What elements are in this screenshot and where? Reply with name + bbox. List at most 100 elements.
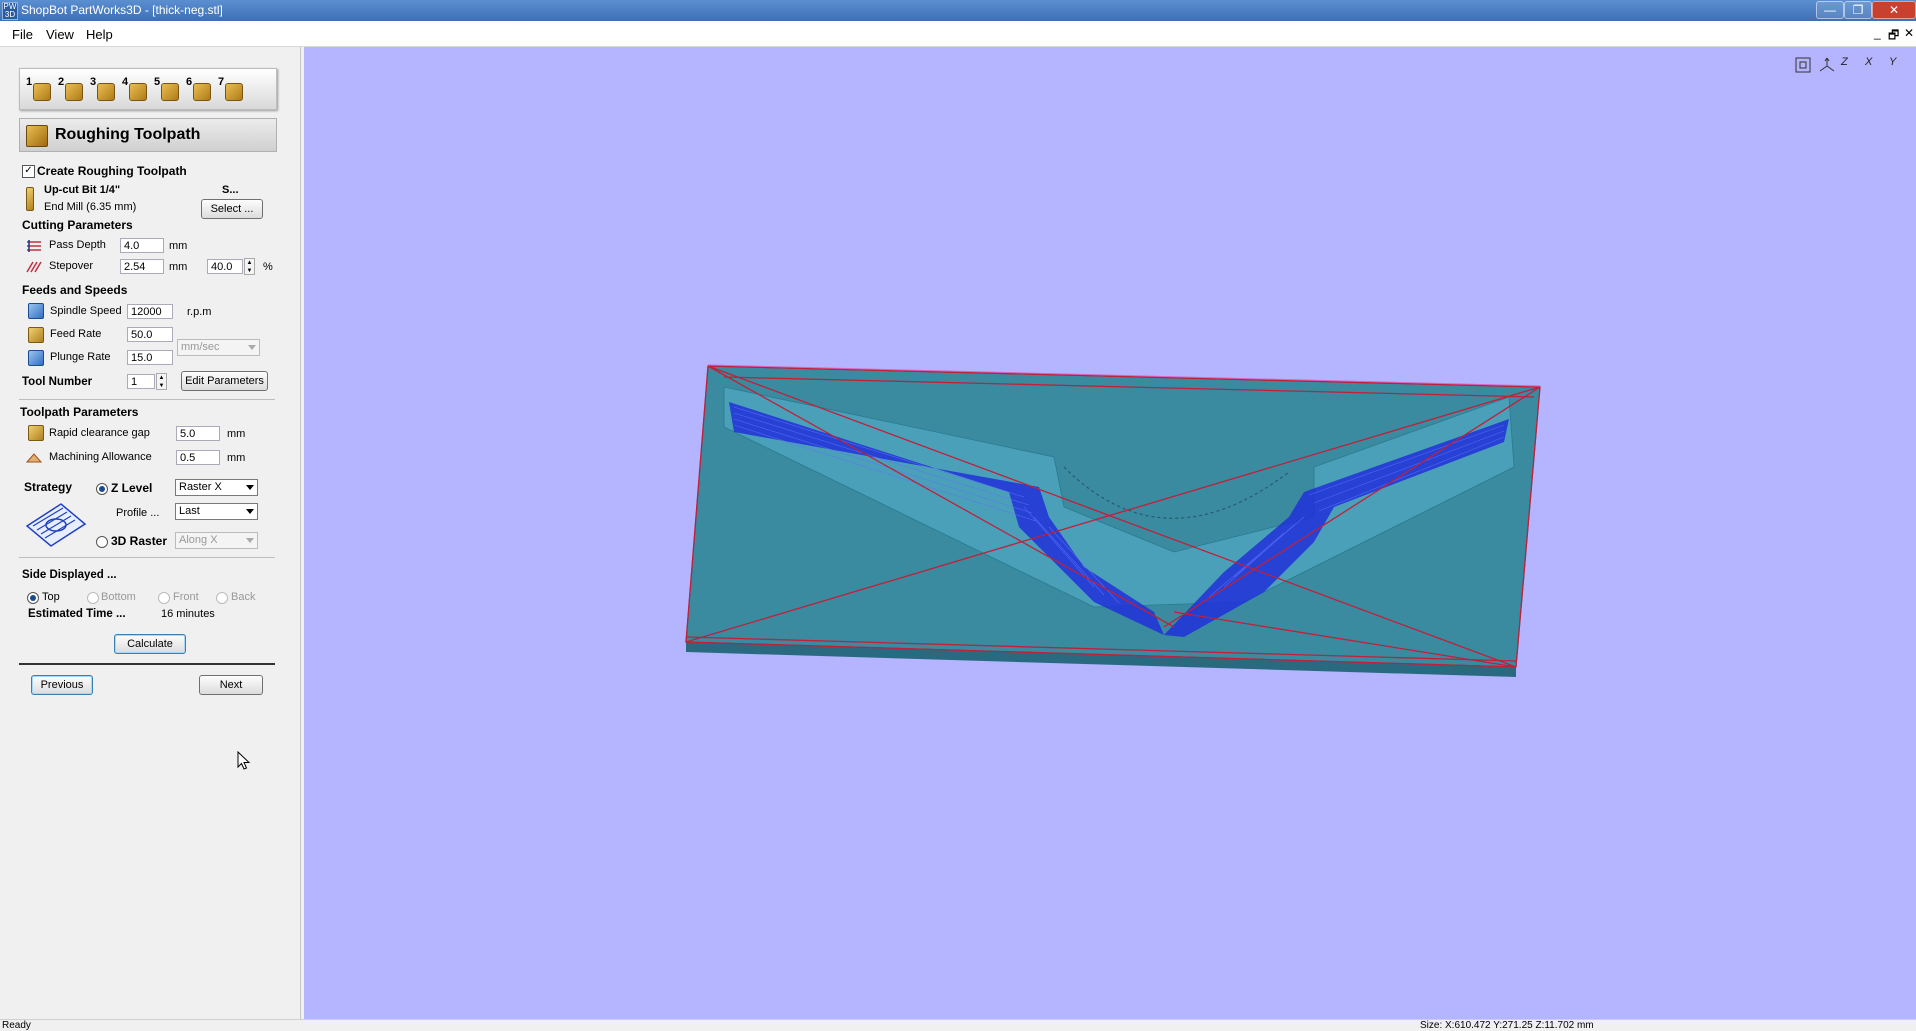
side-displayed-heading: Side Displayed ... [22, 569, 117, 581]
step-6-button[interactable]: 6 [184, 76, 212, 102]
machining-allowance-unit: mm [227, 452, 246, 464]
model-size-readout: Size: X:610.472 Y:271.25 Z:11.702 mm [1420, 1020, 1594, 1031]
side-back-label: Back [231, 591, 256, 603]
step-3-button[interactable]: 3 [88, 76, 116, 102]
step-number: 1 [26, 76, 33, 88]
side-bottom-label: Bottom [101, 591, 136, 603]
menu-view[interactable]: View [46, 27, 74, 42]
status-bar: Ready Size: X:610.472 Y:271.25 Z:11.702 … [0, 1019, 1916, 1031]
step-number: 5 [154, 76, 161, 88]
machining-allowance-label: Machining Allowance [49, 451, 152, 463]
side-top-label: Top [42, 591, 60, 603]
pass-depth-input[interactable]: 4.0 [120, 238, 164, 253]
calculate-button[interactable]: Calculate [114, 634, 186, 654]
tool-number-input[interactable]: 1 [127, 374, 155, 389]
model-render [685, 364, 1541, 677]
next-button[interactable]: Next [199, 675, 263, 695]
side-front-radio[interactable] [158, 592, 170, 604]
select-tool-button[interactable]: Select ... [201, 199, 263, 219]
side-top-radio[interactable] [27, 592, 39, 604]
toolpath-panel: 1 2 3 4 5 6 7 Roughing Toolpath ✓ Create… [0, 47, 301, 1019]
rate-unit-select[interactable]: mm/sec [177, 339, 260, 356]
plunge-rate-label: Plunge Rate [50, 351, 111, 363]
feed-rate-input[interactable]: 50.0 [127, 327, 173, 342]
chevron-down-icon [246, 509, 254, 514]
stepover-unit: mm [169, 261, 188, 273]
spindle-speed-input[interactable]: 12000 [127, 304, 173, 319]
section-title: Roughing Toolpath [55, 126, 201, 143]
3d-viewport[interactable]: Z X Y [304, 47, 1916, 1019]
app-icon: PW 3D [2, 2, 18, 20]
step-2-icon [65, 83, 83, 101]
pass-depth-unit: mm [169, 240, 188, 252]
restore-button[interactable]: ❐ [1844, 1, 1872, 19]
profile-select[interactable]: Last [175, 503, 258, 520]
step-7-button[interactable]: 7 [216, 76, 244, 102]
chevron-down-icon [246, 538, 254, 543]
machining-allowance-icon [26, 453, 42, 463]
side-back-radio[interactable] [216, 592, 228, 604]
chevron-down-icon [246, 485, 254, 490]
pass-depth-label: Pass Depth [49, 239, 106, 251]
machining-allowance-input[interactable]: 0.5 [176, 450, 220, 465]
profile-value: Last [179, 505, 200, 517]
close-button[interactable]: ✕ [1872, 1, 1916, 19]
roughing-icon [26, 125, 48, 147]
create-roughing-checkbox[interactable]: ✓ [22, 165, 35, 178]
rapid-clearance-input[interactable]: 5.0 [176, 426, 220, 441]
pass-depth-icon [27, 240, 41, 252]
3d-raster-label: 3D Raster [111, 534, 168, 548]
tool-bit-icon [26, 187, 34, 211]
percent-sign: % [263, 261, 273, 273]
step-number: 2 [58, 76, 65, 88]
toolpath-parameters-heading: Toolpath Parameters [20, 405, 139, 419]
edit-parameters-button[interactable]: Edit Parameters [181, 371, 268, 391]
stepover-percent-spinner[interactable]: ▲ ▼ [244, 258, 255, 275]
strategy-label: Strategy [24, 480, 73, 494]
side-bottom-radio[interactable] [87, 592, 99, 604]
mdi-minimize-button[interactable]: _ [1874, 26, 1881, 40]
3d-raster-radio[interactable] [96, 536, 108, 548]
step-number: 6 [186, 76, 193, 88]
step-toolbar: 1 2 3 4 5 6 7 [19, 68, 277, 110]
rapid-clearance-icon [28, 425, 44, 441]
zlevel-strategy-select[interactable]: Raster X [175, 479, 258, 496]
feed-rate-icon [28, 327, 44, 343]
step-2-button[interactable]: 2 [56, 76, 84, 102]
raster-direction-value: Along X [179, 534, 218, 546]
raster-direction-select[interactable]: Along X [175, 532, 258, 549]
step-5-button[interactable]: 5 [152, 76, 180, 102]
mdi-restore-button[interactable]: 🗗 [1888, 26, 1899, 47]
zlevel-strategy-value: Raster X [179, 481, 222, 493]
stepover-percent-input[interactable]: 40.0 [207, 259, 243, 274]
previous-button[interactable]: Previous [31, 675, 93, 695]
plunge-rate-input[interactable]: 15.0 [127, 350, 173, 365]
stepover-icon [26, 261, 42, 273]
chevron-down-icon [248, 345, 256, 350]
plunge-rate-icon [28, 350, 44, 366]
profile-label: Profile ... [116, 507, 160, 519]
step-number: 7 [218, 76, 225, 88]
side-front-label: Front [173, 591, 199, 603]
tool-number-spinner[interactable]: ▲ ▼ [156, 373, 167, 390]
step-6-icon [193, 83, 211, 101]
rapid-clearance-label: Rapid clearance gap [49, 427, 150, 439]
spindle-speed-label: Spindle Speed [50, 305, 122, 317]
estimated-time-label: Estimated Time ... [28, 608, 126, 620]
step-4-button[interactable]: 4 [120, 76, 148, 102]
mouse-cursor-icon [237, 751, 251, 770]
window-title: ShopBot PartWorks3D - [thick-neg.stl] [21, 3, 223, 17]
menu-file[interactable]: File [12, 27, 33, 42]
stepover-input[interactable]: 2.54 [120, 259, 164, 274]
separator [19, 663, 275, 665]
rapid-clearance-unit: mm [227, 428, 246, 440]
step-1-button[interactable]: 1 [24, 76, 52, 102]
minimize-button[interactable]: — [1816, 1, 1844, 19]
menu-help[interactable]: Help [86, 27, 113, 42]
zlevel-radio[interactable] [96, 483, 108, 495]
step-number: 4 [122, 76, 129, 88]
strategy-preview-icon [25, 503, 87, 547]
cutting-parameters-heading: Cutting Parameters [22, 218, 133, 232]
mdi-close-button[interactable]: ✕ [1904, 26, 1914, 40]
feeds-speeds-heading: Feeds and Speeds [22, 283, 128, 297]
